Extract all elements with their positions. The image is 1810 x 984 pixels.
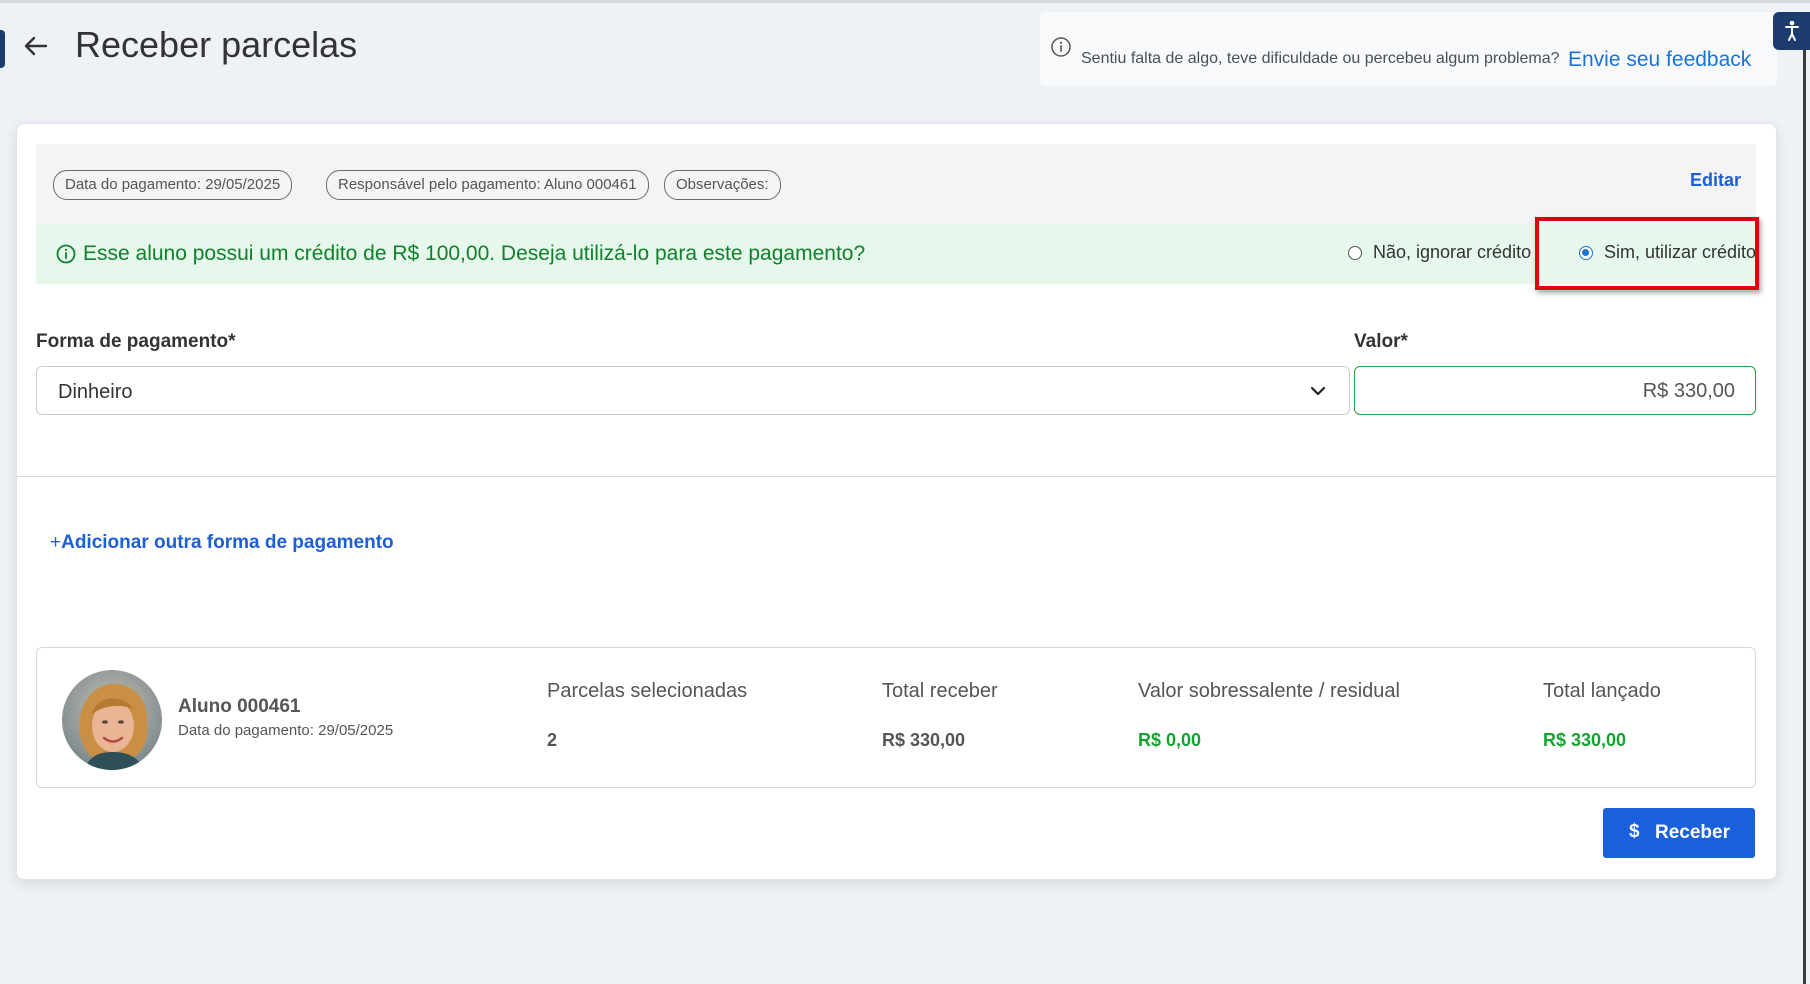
receive-button-label: Receber [1655,822,1730,843]
page-title: Receber parcelas [75,24,358,65]
plus-icon: + [50,532,62,553]
add-payment-method-button[interactable]: +Adicionar outra forma de pagamento [50,532,394,554]
scrollbar[interactable] [1803,50,1806,984]
total-receive-header: Total receber [882,680,998,702]
ignore-credit-label[interactable]: Não, ignorar crédito [1373,242,1531,263]
top-border [0,0,1810,3]
feedback-question: Sentiu falta de algo, teve dificuldade o… [1081,50,1560,67]
payment-method-select[interactable]: Dinheiro [36,366,1350,415]
add-payment-method-label: Adicionar outra forma de pagamento [61,532,394,553]
receive-button[interactable]: $ Receber [1603,808,1755,858]
amount-input[interactable]: R$ 330,00 [1354,366,1756,415]
sidebar-toggle-tab[interactable] [0,30,5,68]
accessibility-icon [1784,20,1799,41]
info-icon [1050,36,1072,58]
credit-message: Esse aluno possui um crédito de R$ 100,0… [83,242,866,265]
selected-installments-value: 2 [547,730,558,750]
payment-method-value: Dinheiro [58,381,133,403]
total-posted-header: Total lançado [1543,680,1661,702]
amount-value: R$ 330,00 [1642,380,1735,402]
payment-summary: Aluno 000461 Data do pagamento: 29/05/20… [36,647,1756,788]
receive-installments-card: Data do pagamento: 29/05/2025 Responsáve… [16,123,1777,880]
chevron-down-icon [1309,382,1327,400]
back-arrow-icon[interactable] [22,32,50,60]
selected-installments-header: Parcelas selecionadas [547,680,748,702]
payer-chip: Responsável pelo pagamento: Aluno 000461 [326,170,649,200]
info-icon [55,243,77,265]
feedback-banner: Sentiu falta de algo, teve dificuldade o… [1040,12,1777,86]
accessibility-button[interactable] [1773,12,1810,50]
total-receive-value: R$ 330,00 [882,730,966,750]
residual-value-header: Valor sobressalente / residual [1138,680,1400,702]
residual-value: R$ 0,00 [1138,730,1202,750]
student-avatar [62,670,162,770]
payment-method-label: Forma de pagamento* [36,331,236,352]
highlight-annotation [1535,217,1759,290]
total-posted-value: R$ 330,00 [1543,730,1627,750]
feedback-link[interactable]: Envie seu feedback [1568,48,1751,72]
student-payment-date: Data do pagamento: 29/05/2025 [178,722,394,739]
notes-chip: Observações: [664,170,781,200]
dollar-icon: $ [1629,821,1640,842]
student-name: Aluno 000461 [178,696,301,717]
section-divider [17,476,1776,477]
ignore-credit-radio[interactable] [1348,246,1362,260]
amount-label: Valor* [1354,331,1408,352]
edit-link[interactable]: Editar [1690,170,1741,191]
payment-date-chip: Data do pagamento: 29/05/2025 [53,170,293,200]
credit-notice: Esse aluno possui um crédito de R$ 100,0… [36,224,1756,284]
payment-info-strip: Data do pagamento: 29/05/2025 Responsáve… [36,144,1756,224]
